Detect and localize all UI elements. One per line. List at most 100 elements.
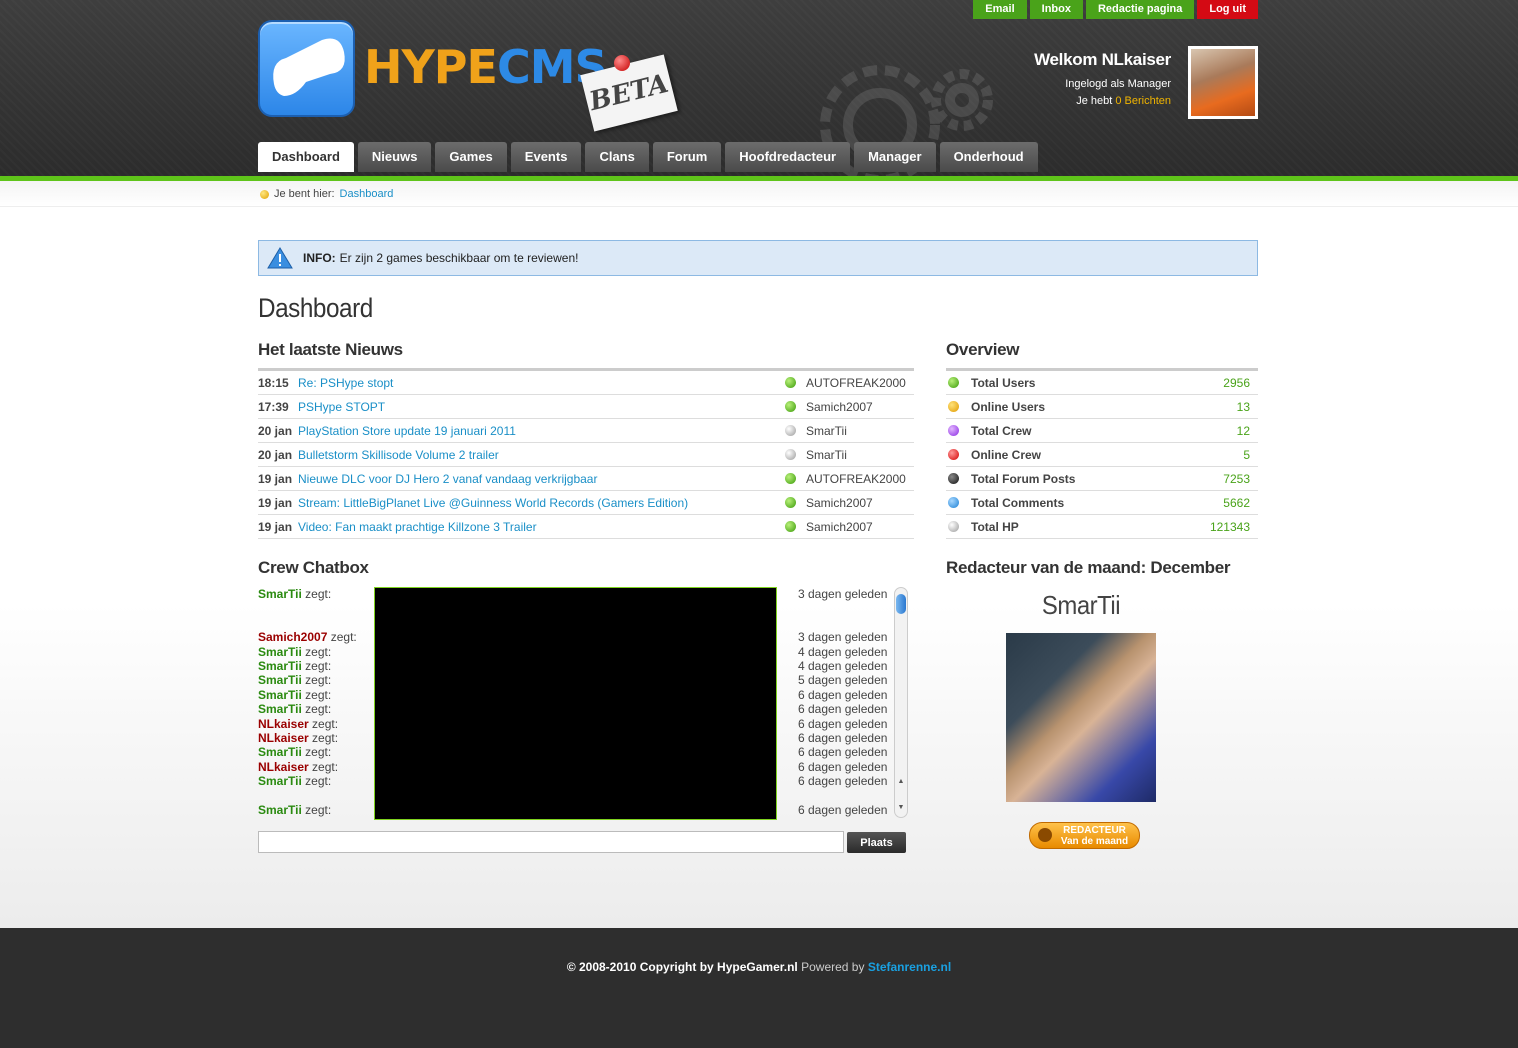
- footer-text: © 2008-2010 Copyright by HypeGamer.nl Po…: [0, 960, 1518, 974]
- messages-count-link[interactable]: 0 Berichten: [1115, 95, 1171, 107]
- overview-row: Total Users 2956: [946, 371, 1258, 395]
- overview-row: Total Forum Posts 7253: [946, 467, 1258, 491]
- badge-line-2: Van de maand: [1060, 836, 1129, 847]
- news-title-link[interactable]: Re: PSHype stopt: [298, 376, 785, 390]
- chat-scrollbar[interactable]: ▲ ▼: [894, 587, 908, 818]
- top-links: Email Inbox Redactie pagina Log uit: [973, 0, 1258, 19]
- stat-label: Total HP: [971, 519, 1019, 534]
- email-link[interactable]: Email: [973, 0, 1027, 19]
- status-dot-icon: [785, 377, 796, 388]
- redactie-pagina-link[interactable]: Redactie pagina: [1085, 0, 1195, 19]
- news-row: 18:15 Re: PSHype stopt AUTOFREAK2000: [258, 371, 914, 395]
- chat-author[interactable]: SmarTii: [258, 774, 302, 788]
- chat-says: zegt:: [305, 774, 332, 788]
- chat-author[interactable]: NLkaiser: [258, 731, 309, 745]
- stat-label: Online Crew: [971, 447, 1042, 462]
- news-title-link[interactable]: Video: Fan maakt prachtige Killzone 3 Tr…: [298, 520, 785, 534]
- chat-message: SmarTii zegt:: [258, 745, 331, 759]
- news-author: Samich2007: [806, 519, 873, 534]
- stat-value: 12: [1236, 423, 1250, 438]
- chat-embedded-video[interactable]: [374, 587, 777, 820]
- chat-author[interactable]: SmarTii: [258, 702, 302, 716]
- nav-events[interactable]: Events: [510, 142, 582, 172]
- chat-author[interactable]: SmarTii: [258, 803, 302, 817]
- chat-author[interactable]: SmarTii: [258, 688, 302, 702]
- chat-says: zegt:: [312, 760, 339, 774]
- nav-games[interactable]: Games: [435, 142, 507, 172]
- chat-time: 6 dagen geleden: [798, 745, 888, 759]
- chat-author[interactable]: NLkaiser: [258, 717, 309, 731]
- stat-value: 5662: [1223, 495, 1250, 510]
- chat-author[interactable]: SmarTii: [258, 645, 302, 659]
- footer-powered-link[interactable]: Stefanrenne.nl: [868, 960, 951, 974]
- stat-dot-icon: [948, 401, 959, 412]
- chat-says: zegt:: [305, 673, 332, 687]
- chat-says: zegt:: [305, 587, 332, 601]
- scrollbar-thumb[interactable]: [896, 594, 906, 614]
- news-heading: Het laatste Nieuws: [258, 340, 403, 359]
- chat-message: SmarTii zegt:: [258, 659, 331, 673]
- stat-dot-icon: [948, 521, 959, 532]
- chat-time: 6 dagen geleden: [798, 731, 888, 745]
- chat-author[interactable]: SmarTii: [258, 745, 302, 759]
- chat-message: SmarTii zegt:: [258, 645, 331, 659]
- chat-submit-button[interactable]: Plaats: [847, 832, 906, 853]
- news-time: 20 jan: [258, 447, 293, 462]
- chat-message: SmarTii zegt:: [258, 587, 331, 601]
- news-title-link[interactable]: PlayStation Store update 19 januari 2011: [298, 424, 785, 438]
- breadcrumb-current[interactable]: Dashboard: [340, 188, 394, 200]
- footer-powered: Powered by: [801, 960, 865, 974]
- nav-onderhoud[interactable]: Onderhoud: [939, 142, 1038, 172]
- news-title-link[interactable]: Stream: LittleBigPlanet Live @Guinness W…: [298, 496, 785, 510]
- site-logo-text[interactable]: HYPECMS: [364, 42, 608, 92]
- overview-row: Total Crew 12: [946, 419, 1258, 443]
- news-row: 19 jan Stream: LittleBigPlanet Live @Guin…: [258, 491, 914, 515]
- logout-link[interactable]: Log uit: [1197, 0, 1258, 19]
- status-dot-icon: [785, 473, 796, 484]
- chat-message-input[interactable]: [258, 831, 844, 853]
- pin-icon: [614, 55, 630, 71]
- chat-message: SmarTii zegt:: [258, 702, 331, 716]
- pen-icon: [1038, 828, 1052, 842]
- news-title-link[interactable]: Nieuwe DLC voor DJ Hero 2 vanaf vandaag …: [298, 472, 785, 486]
- chat-time: 6 dagen geleden: [798, 760, 888, 774]
- chat-message: NLkaiser zegt:: [258, 731, 338, 745]
- nav-forum[interactable]: Forum: [652, 142, 722, 172]
- nav-hoofdredacteur[interactable]: Hoofdredacteur: [725, 142, 851, 172]
- stat-label: Total Comments: [971, 495, 1065, 510]
- stat-label: Online Users: [971, 399, 1046, 414]
- chat-message: SmarTii zegt:: [258, 774, 331, 788]
- chat-says: zegt:: [312, 731, 339, 745]
- status-dot-icon: [785, 521, 796, 532]
- chat-author[interactable]: SmarTii: [258, 659, 302, 673]
- chat-says: zegt:: [305, 659, 332, 673]
- chat-message: SmarTii zegt:: [258, 803, 331, 817]
- site-footer: © 2008-2010 Copyright by HypeGamer.nl Po…: [0, 928, 1518, 1048]
- nav-nieuws[interactable]: Nieuws: [357, 142, 432, 172]
- nav-clans[interactable]: Clans: [585, 142, 649, 172]
- news-title-link[interactable]: PSHype STOPT: [298, 400, 785, 414]
- user-avatar[interactable]: [1188, 46, 1258, 119]
- inbox-link[interactable]: Inbox: [1029, 0, 1083, 19]
- stat-value: 121343: [1209, 519, 1250, 534]
- breadcrumb-prefix: Je bent hier:: [274, 188, 335, 200]
- status-dot-icon: [785, 401, 796, 412]
- chat-message: Samich2007 zegt:: [258, 630, 357, 644]
- news-author: SmarTii: [806, 447, 847, 462]
- nav-dashboard[interactable]: Dashboard: [258, 142, 354, 172]
- chat-author[interactable]: Samich2007: [258, 630, 327, 644]
- chat-author[interactable]: SmarTii: [258, 673, 302, 687]
- news-row: 19 jan Nieuwe DLC voor DJ Hero 2 vanaf va…: [258, 467, 914, 491]
- news-title-link[interactable]: Bulletstorm Skillisode Volume 2 trailer: [298, 448, 785, 462]
- chat-time: 6 dagen geleden: [798, 717, 888, 731]
- nav-manager[interactable]: Manager: [854, 142, 936, 172]
- scroll-down-icon[interactable]: ▼: [895, 804, 907, 811]
- scroll-up-icon[interactable]: ▲: [895, 778, 907, 785]
- chat-author[interactable]: SmarTii: [258, 587, 302, 601]
- gamepad-logo-icon[interactable]: [258, 20, 355, 117]
- chat-author[interactable]: NLkaiser: [258, 760, 309, 774]
- chat-time: 6 dagen geleden: [798, 803, 888, 817]
- overview-list: Total Users 2956 Online Users 13 Total Crew 1…: [946, 368, 1258, 539]
- overview-row: Total HP 121343: [946, 515, 1258, 539]
- stat-value: 5: [1243, 447, 1250, 462]
